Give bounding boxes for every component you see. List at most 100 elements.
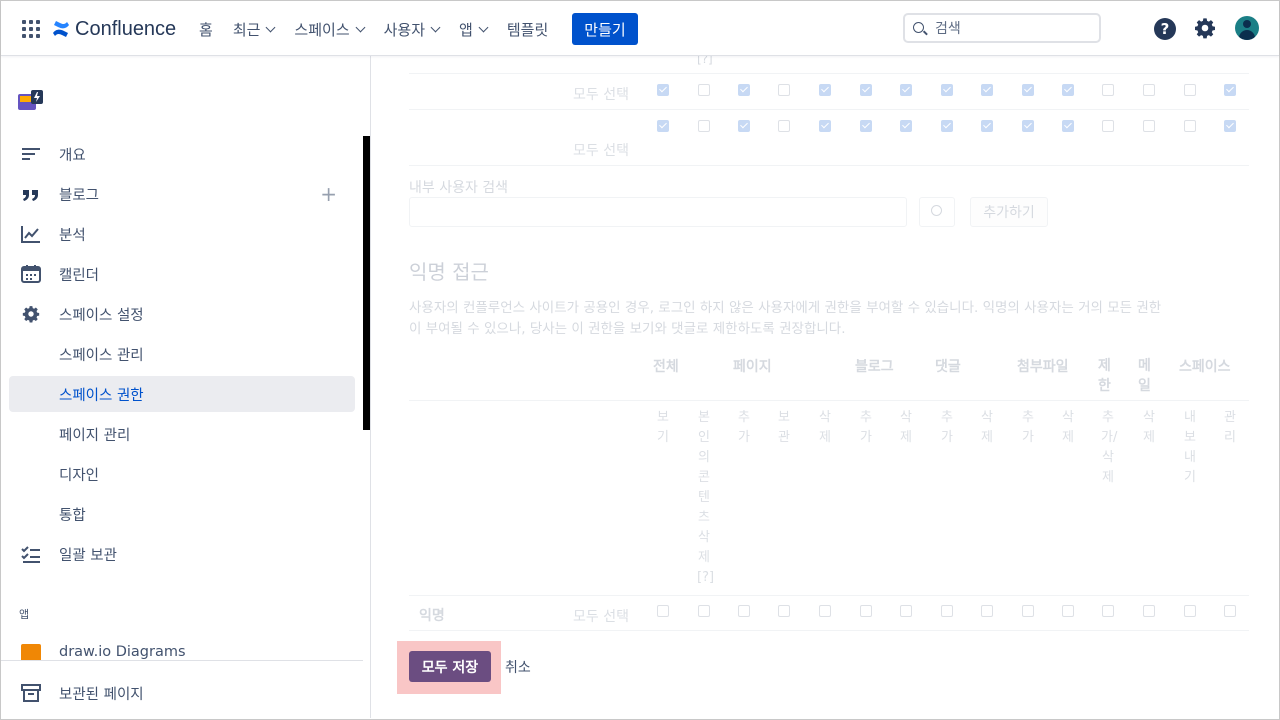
permission-checkbox[interactable] <box>1143 605 1155 617</box>
select-all-link[interactable]: 모두 선택 <box>573 140 629 160</box>
permission-checkbox[interactable] <box>778 605 790 617</box>
cancel-button[interactable]: 취소 <box>505 651 531 682</box>
sidebar-app-drawio[interactable]: draw.io Diagrams <box>9 640 355 662</box>
permission-checkbox[interactable] <box>657 84 669 96</box>
permission-checkbox[interactable] <box>738 120 750 132</box>
permission-checkbox[interactable] <box>778 84 790 96</box>
sidebar-item-calendar[interactable]: 캘린더 <box>9 256 355 292</box>
internal-user-search-input[interactable] <box>409 197 907 227</box>
save-all-button[interactable]: 모두 저장 <box>409 651 491 682</box>
analytics-chart-icon <box>21 226 40 243</box>
permission-checkbox[interactable] <box>698 84 710 96</box>
permission-checkbox[interactable] <box>1102 120 1114 132</box>
permission-checkbox[interactable] <box>900 605 912 617</box>
sidebar-footer: 보관된 페이지 <box>1 660 363 719</box>
permission-checkbox[interactable] <box>1022 84 1034 96</box>
permission-checkbox[interactable] <box>1224 120 1236 132</box>
sidebar-item-blog[interactable]: 블로그 + <box>9 176 355 212</box>
permission-checkbox[interactable] <box>981 605 993 617</box>
permission-checkbox[interactable] <box>1102 605 1114 617</box>
permission-checkbox[interactable] <box>900 84 912 96</box>
permission-checkbox[interactable] <box>698 605 710 617</box>
permission-checkbox[interactable] <box>698 120 710 132</box>
permission-column-header: 추가 <box>860 410 872 445</box>
sidebar-item-page-management[interactable]: 페이지 관리 <box>9 416 355 452</box>
select-all-link[interactable]: 모두 선택 <box>573 606 629 626</box>
permission-checkbox[interactable] <box>1143 120 1155 132</box>
sidebar-item-analytics[interactable]: 분석 <box>9 216 355 252</box>
nav-recent[interactable]: 최근 <box>223 19 285 40</box>
permission-checkbox[interactable] <box>981 84 993 96</box>
sidebar-item-space-management[interactable]: 스페이스 관리 <box>9 336 355 372</box>
row-divider <box>409 630 1249 631</box>
sidebar-item-space-settings[interactable]: 스페이스 설정 <box>9 296 355 332</box>
permission-checkbox[interactable] <box>860 605 872 617</box>
permission-checkbox[interactable] <box>819 120 831 132</box>
sidebar-item-label: 블로그 <box>59 187 100 204</box>
search-input[interactable] <box>933 18 1097 40</box>
permission-checkbox[interactable] <box>1022 120 1034 132</box>
permission-column-header: 추가 <box>1022 410 1034 445</box>
permission-checkbox[interactable] <box>1224 605 1236 617</box>
app-name: Confluence <box>75 17 177 40</box>
sidebar-item-design[interactable]: 디자인 <box>9 456 355 492</box>
permission-checkbox[interactable] <box>657 120 669 132</box>
nav-templates[interactable]: 템플릿 <box>497 19 558 40</box>
sidebar-item-space-permissions[interactable]: 스페이스 권한 <box>9 376 355 412</box>
sidebar-item-integrations[interactable]: 통합 <box>9 496 355 532</box>
settings-gear-icon[interactable] <box>1194 17 1216 39</box>
confluence-logo[interactable]: Confluence <box>52 15 176 43</box>
permission-checkbox[interactable] <box>1224 84 1236 96</box>
permission-checkbox[interactable] <box>981 120 993 132</box>
permission-checkbox[interactable] <box>941 84 953 96</box>
sidebar-app-label: draw.io Diagrams <box>59 644 186 660</box>
permission-checkbox[interactable] <box>941 605 953 617</box>
nav-people[interactable]: 사용자 <box>374 19 449 40</box>
sidebar-item-archived-pages[interactable]: 보관된 페이지 <box>9 675 355 711</box>
permission-checkbox[interactable] <box>1184 84 1196 96</box>
permission-checkbox[interactable] <box>778 120 790 132</box>
permission-checkbox[interactable] <box>657 605 669 617</box>
permission-checkbox[interactable] <box>900 120 912 132</box>
permission-checkbox[interactable] <box>1062 84 1074 96</box>
permission-checkbox[interactable] <box>860 120 872 132</box>
permission-column-header: 추가/삭제 <box>1101 410 1118 485</box>
chevron-down-icon <box>265 22 276 32</box>
permission-checkbox[interactable] <box>819 84 831 96</box>
sidebar-item-label: 일괄 보관 <box>59 547 117 564</box>
permission-checkbox[interactable] <box>1102 84 1114 96</box>
user-avatar[interactable] <box>1235 16 1259 40</box>
chevron-down-icon <box>478 22 489 32</box>
add-blog-plus-icon[interactable]: + <box>320 184 337 204</box>
search-box[interactable] <box>903 13 1101 43</box>
permission-checkbox[interactable] <box>1022 605 1034 617</box>
help-icon[interactable]: ? <box>1154 18 1176 40</box>
permission-checkbox[interactable] <box>1143 84 1155 96</box>
sidebar-item-label: 스페이스 설정 <box>59 307 144 324</box>
sidebar-item-overview[interactable]: 개요 <box>9 136 355 172</box>
apps-grid-icon[interactable] <box>22 20 40 38</box>
permission-checkbox[interactable] <box>1062 605 1074 617</box>
permission-checkbox[interactable] <box>1184 120 1196 132</box>
create-button[interactable]: 만들기 <box>572 13 638 45</box>
user-search-button[interactable] <box>919 197 955 227</box>
select-all-link[interactable]: 모두 선택 <box>573 84 629 104</box>
sidebar-item-bulk-archive[interactable]: 일괄 보관 <box>9 536 355 572</box>
add-user-button[interactable]: 추가하기 <box>970 197 1048 227</box>
sidebar-scrollbar[interactable] <box>363 136 370 430</box>
permission-checkbox[interactable] <box>1062 120 1074 132</box>
anonymous-access-title: 익명 접근 <box>409 260 489 284</box>
nav-spaces[interactable]: 스페이스 <box>284 19 373 40</box>
nav-apps[interactable]: 앱 <box>449 19 497 40</box>
permission-checkbox[interactable] <box>738 605 750 617</box>
permission-checkbox[interactable] <box>860 84 872 96</box>
search-icon <box>913 22 924 33</box>
permission-column-header: 삭제 <box>900 410 912 445</box>
space-logo-icon[interactable] <box>17 88 45 114</box>
permission-checkbox[interactable] <box>738 84 750 96</box>
permission-checkbox[interactable] <box>1184 605 1196 617</box>
quote-icon <box>23 190 38 201</box>
permission-checkbox[interactable] <box>941 120 953 132</box>
nav-home[interactable]: 홈 <box>189 19 223 40</box>
permission-checkbox[interactable] <box>819 605 831 617</box>
